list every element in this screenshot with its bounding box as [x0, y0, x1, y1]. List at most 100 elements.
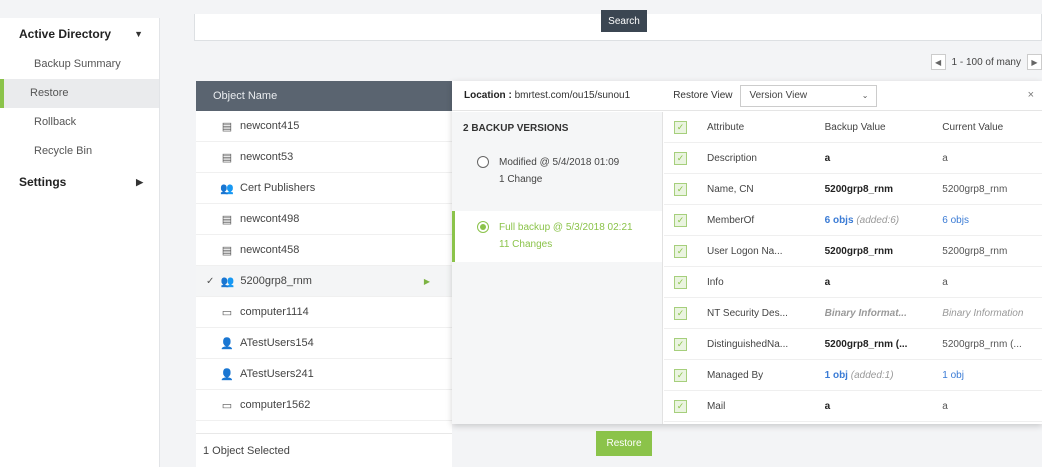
prev-page-icon[interactable]: ◀ — [930, 54, 946, 70]
table-row[interactable]: ✓ User Logon Na... 5200grp8_rnm 5200grp8… — [664, 236, 1042, 267]
table-row[interactable]: ▤ newcont498 — [196, 204, 452, 235]
object-name: newcont458 — [240, 244, 300, 256]
col-attribute: Attribute — [706, 121, 745, 133]
table-row-selected[interactable]: ✓ 👥 5200grp8_rnm ▶ — [196, 266, 452, 297]
checkbox-icon[interactable]: ✓ — [674, 306, 687, 320]
table-row[interactable]: ✓ Managed By 1 obj (added:1) 1 obj — [664, 360, 1042, 391]
sidebar-item-recycle-bin[interactable]: Recycle Bin — [0, 137, 159, 166]
col-backup-value: Backup Value — [824, 121, 886, 133]
backup-value: 5200grp8_rnm — [824, 183, 893, 195]
chevron-right-icon: ▶ — [136, 176, 143, 187]
backup-value-note: (added:1) — [850, 369, 894, 381]
pagination-label: 1 - 100 of many — [951, 56, 1021, 68]
checkbox-icon[interactable]: ✓ — [674, 399, 687, 413]
restore-button[interactable]: Restore — [596, 431, 652, 456]
restore-view-label: Restore View — [673, 90, 733, 101]
version-item-selected[interactable]: Full backup @ 5/3/2018 02:21 11 Changes — [452, 211, 662, 262]
checkbox-icon[interactable]: ✓ — [674, 368, 687, 382]
radio-selected-icon[interactable] — [477, 221, 489, 233]
restore-view-value: Version View — [749, 90, 808, 101]
user-icon: 👤 — [220, 337, 234, 350]
object-list-header[interactable]: Object Name — [196, 81, 452, 111]
backup-value-link[interactable]: 1 obj — [825, 370, 848, 381]
sidebar-item-rollback[interactable]: Rollback — [0, 108, 159, 137]
backup-value: a — [824, 152, 831, 164]
sidebar-section-settings[interactable]: Settings ▶ — [0, 166, 159, 198]
group-icon: 👥 — [220, 275, 235, 288]
checkbox-icon[interactable]: ✓ — [674, 275, 687, 289]
attribute-name: DistinguishedNa... — [706, 338, 789, 350]
computer-icon: ▭ — [221, 399, 233, 412]
attribute-name: Managed By — [706, 369, 764, 381]
version-detail-panel: Location : bmrtest.com/ou15/sunou1 Resto… — [452, 81, 1042, 424]
table-row[interactable]: ✓ Description a a — [664, 143, 1042, 174]
current-value-link[interactable]: 6 objs — [942, 215, 1042, 226]
object-name: ATestUsers154 — [240, 337, 314, 349]
search-button[interactable]: Search — [601, 10, 647, 32]
selection-count: 1 Object Selected — [196, 433, 452, 467]
pagination: ◀ 1 - 100 of many ▶ — [930, 53, 1042, 71]
table-row[interactable]: ✓ Name, CN 5200grp8_rnm 5200grp8_rnm — [664, 174, 1042, 205]
backup-value: 5200grp8_rnm — [824, 245, 893, 257]
next-page-icon[interactable]: ▶ — [1027, 54, 1042, 70]
object-name: newcont498 — [240, 213, 300, 225]
current-value: a — [942, 276, 948, 288]
checkbox-icon[interactable]: ✓ — [674, 120, 687, 134]
table-row[interactable]: ✓ DistinguishedNa... 5200grp8_rnm (... 5… — [664, 329, 1042, 360]
checkbox-icon[interactable]: ✓ — [674, 337, 687, 351]
checkbox-icon[interactable]: ✓ — [674, 244, 687, 258]
table-row[interactable]: ✓ NT Security Des... Binary Informat... … — [664, 298, 1042, 329]
version-changes: 11 Changes — [499, 239, 553, 250]
close-icon[interactable]: × — [1028, 89, 1034, 101]
current-value: Binary Information — [942, 307, 1024, 319]
checkbox-icon[interactable]: ✓ — [674, 151, 687, 165]
restore-view-select[interactable]: Version View ⌄ — [740, 84, 878, 107]
computer-icon: ▭ — [221, 306, 233, 319]
table-row[interactable]: ✓ MemberOf 6 objs (added:6) 6 objs — [664, 205, 1042, 236]
table-row[interactable]: 👤 ATestUsers154 — [196, 328, 452, 359]
versions-title: 2 BACKUP VERSIONS — [463, 123, 569, 134]
attribute-name: NT Security Des... — [706, 307, 788, 319]
table-row[interactable]: ▭ computer1562 — [196, 390, 452, 421]
backup-value: 6 objs (added:6) — [825, 215, 943, 226]
checkbox-icon[interactable]: ✓ — [674, 213, 687, 227]
table-row[interactable]: ✓ Mail a a — [664, 391, 1042, 422]
version-item[interactable]: Modified @ 5/4/2018 01:09 1 Change — [452, 146, 662, 197]
backup-value: a — [824, 400, 831, 412]
chevron-down-icon: ▼ — [134, 29, 143, 39]
table-row[interactable]: ▤ newcont53 — [196, 142, 452, 173]
location: Location : bmrtest.com/ou15/sunou1 — [452, 90, 630, 101]
sidebar-item-restore[interactable]: Restore — [0, 79, 159, 108]
object-name: newcont415 — [240, 120, 300, 132]
object-name: computer1562 — [240, 399, 311, 411]
table-row[interactable]: 👥 Cert Publishers — [196, 173, 452, 204]
backup-value-link[interactable]: 6 objs — [825, 215, 854, 226]
current-value-link[interactable]: 1 obj — [942, 370, 1042, 381]
attribute-name: User Logon Na... — [706, 245, 783, 257]
attribute-table-header: ✓ Attribute Backup Value Current Value — [664, 112, 1042, 143]
attribute-name: Mail — [706, 400, 726, 412]
current-value: 5200grp8_rnm — [942, 183, 1008, 195]
attribute-name: Description — [706, 152, 757, 164]
radio-icon[interactable] — [477, 156, 489, 168]
table-row[interactable]: ▤ newcont458 — [196, 235, 452, 266]
main-content: Search ◀ 1 - 100 of many ▶ Object Name ▤… — [160, 0, 1042, 467]
sidebar-item-backup-summary[interactable]: Backup Summary — [0, 50, 159, 79]
object-list: Object Name ▤ newcont415 ▤ newcont53 👥 C… — [196, 81, 452, 467]
current-value: 5200grp8_rnm (... — [942, 338, 1022, 350]
backup-versions-list: 2 BACKUP VERSIONS Modified @ 5/4/2018 01… — [452, 112, 663, 424]
detail-toolbar: Location : bmrtest.com/ou15/sunou1 Resto… — [452, 81, 1042, 111]
location-label: Location : — [464, 90, 512, 101]
table-row[interactable]: 👤 ATestUsers241 — [196, 359, 452, 390]
attribute-name: Info — [706, 276, 724, 288]
backup-value: Binary Informat... — [824, 307, 907, 319]
table-row[interactable]: ✓ Info a a — [664, 267, 1042, 298]
group-icon: 👥 — [220, 182, 234, 195]
table-row[interactable]: ▭ computer1114 — [196, 297, 452, 328]
object-name: Cert Publishers — [240, 182, 316, 194]
current-value: a — [942, 152, 948, 164]
table-row[interactable]: ▤ newcont415 — [196, 111, 452, 142]
sidebar-section-active-directory[interactable]: Active Directory ▼ — [0, 18, 159, 50]
object-name: ATestUsers241 — [240, 368, 314, 380]
checkbox-icon[interactable]: ✓ — [674, 182, 687, 196]
